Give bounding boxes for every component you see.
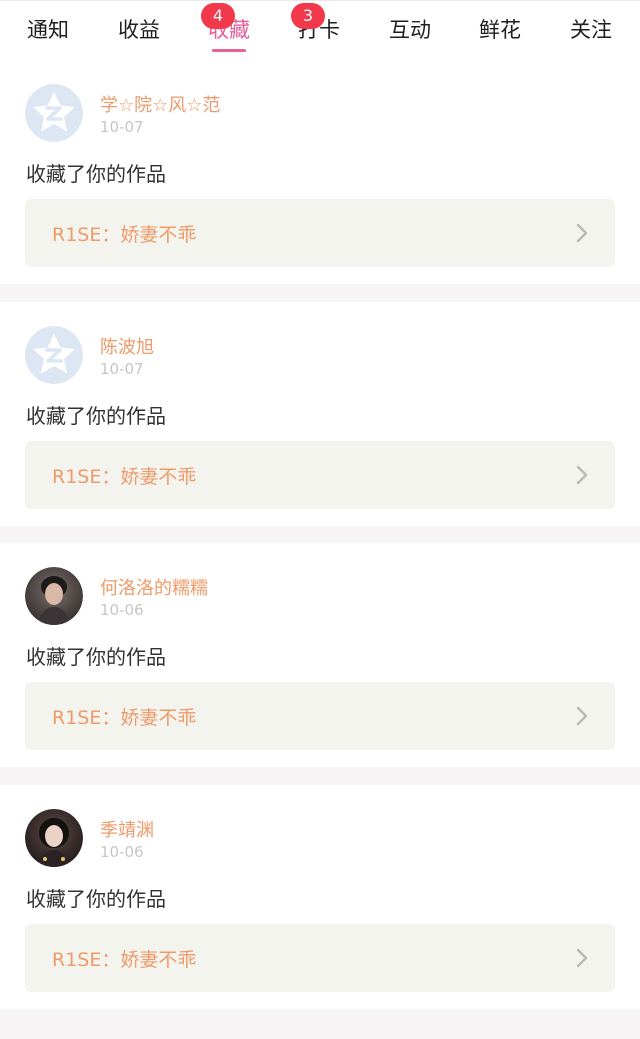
tab-interactions[interactable]: 互动 xyxy=(365,15,455,49)
work-link[interactable]: R1SE：娇妻不乖 xyxy=(25,924,615,992)
tab-label: 互动 xyxy=(389,18,431,42)
username[interactable]: 何洛洛的糯糯 xyxy=(100,574,208,600)
work-link[interactable]: R1SE：娇妻不乖 xyxy=(25,199,615,267)
work-title: R1SE：娇妻不乖 xyxy=(52,224,197,246)
work-title: R1SE：娇妻不乖 xyxy=(52,466,197,488)
work-link[interactable]: R1SE：娇妻不乖 xyxy=(25,682,615,750)
chevron-right-icon xyxy=(576,706,588,726)
action-text: 收藏了你的作品 xyxy=(26,404,166,428)
timestamp: 10-07 xyxy=(100,118,144,136)
chevron-right-icon xyxy=(576,465,588,485)
chevron-right-icon xyxy=(576,948,588,968)
tab-label: 通知 xyxy=(27,18,69,42)
username[interactable]: 学☆院☆风☆范 xyxy=(100,91,220,117)
tab-label: 鲜花 xyxy=(479,18,521,42)
badge-count: 4 xyxy=(201,3,235,29)
username[interactable]: 陈波旭 xyxy=(100,333,154,359)
default-avatar-icon[interactable] xyxy=(25,84,83,142)
badge-count: 3 xyxy=(291,3,325,29)
action-text: 收藏了你的作品 xyxy=(26,162,166,186)
notification-card: 何洛洛的糯糯 10-06 收藏了你的作品 R1SE：娇妻不乖 xyxy=(0,543,640,767)
tab-favorites[interactable]: 收藏 4 xyxy=(184,3,274,52)
top-tab-bar: 通知 收益 收藏 4 打卡 3 互动 鲜花 关注 xyxy=(0,0,640,60)
tab-label: 收益 xyxy=(118,18,160,42)
action-text: 收藏了你的作品 xyxy=(26,887,166,911)
tab-following[interactable]: 关注 xyxy=(546,15,636,49)
work-link[interactable]: R1SE：娇妻不乖 xyxy=(25,441,615,509)
default-avatar-icon[interactable] xyxy=(25,326,83,384)
active-tab-indicator xyxy=(212,49,246,52)
timestamp: 10-06 xyxy=(100,601,144,619)
notification-card: 学☆院☆风☆范 10-07 收藏了你的作品 R1SE：娇妻不乖 xyxy=(0,60,640,284)
tab-flowers[interactable]: 鲜花 xyxy=(455,15,545,49)
tab-earnings[interactable]: 收益 xyxy=(94,15,184,49)
timestamp: 10-06 xyxy=(100,843,144,861)
tab-notifications[interactable]: 通知 xyxy=(3,15,93,49)
chevron-right-icon xyxy=(576,223,588,243)
timestamp: 10-07 xyxy=(100,360,144,378)
user-photo-avatar[interactable] xyxy=(25,567,83,625)
tab-label: 关注 xyxy=(570,18,612,42)
tab-checkin[interactable]: 打卡 3 xyxy=(274,3,364,49)
notification-card: 陈波旭 10-07 收藏了你的作品 R1SE：娇妻不乖 xyxy=(0,302,640,526)
username[interactable]: 季靖渊 xyxy=(100,816,154,842)
user-photo-avatar[interactable] xyxy=(25,809,83,867)
notification-card: 季靖渊 10-06 收藏了你的作品 R1SE：娇妻不乖 xyxy=(0,785,640,1009)
action-text: 收藏了你的作品 xyxy=(26,645,166,669)
work-title: R1SE：娇妻不乖 xyxy=(52,949,197,971)
work-title: R1SE：娇妻不乖 xyxy=(52,707,197,729)
